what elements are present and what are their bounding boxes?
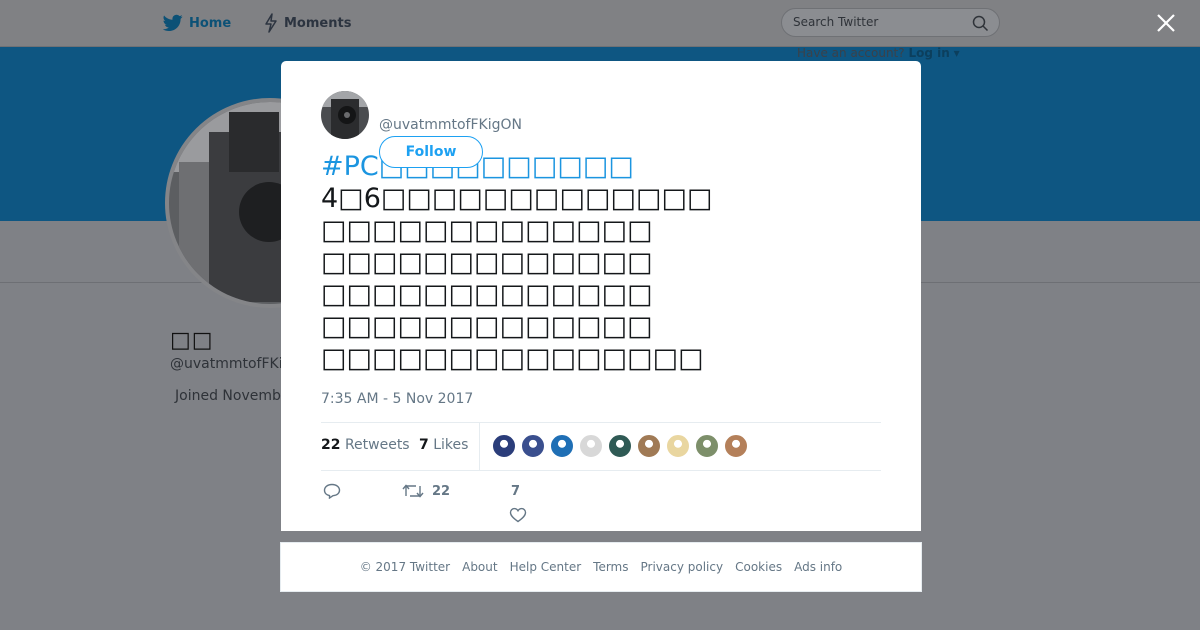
tweet-line: □□□□□□□□□□□□□□□ (321, 343, 704, 374)
liker-avatar[interactable] (579, 434, 603, 458)
liker-avatar[interactable] (521, 434, 545, 458)
footer-link[interactable]: Privacy policy (641, 560, 724, 574)
modal-footer: © 2017 Twitter About Help Center Terms Priva… (280, 542, 922, 592)
liker-avatar[interactable] (492, 434, 516, 458)
tweet-author-handle[interactable]: @uvatmmtofFKigON (379, 117, 522, 133)
like-button[interactable] (509, 507, 527, 523)
tweet-line: □□□□□□□□□□□□□ (321, 279, 653, 310)
locomotive-avatar-image (321, 91, 369, 139)
nav-moments-label: Moments (284, 15, 352, 31)
search-input[interactable] (793, 15, 963, 29)
have-account-text: Have an account? (797, 46, 905, 60)
retweet-button[interactable]: 22 (402, 483, 450, 499)
retweet-action-count: 22 (432, 483, 451, 499)
login-caret: ▾ (953, 46, 960, 60)
login-prompt: Have an account? Log in ▾ (797, 46, 960, 60)
tweet-timestamp[interactable]: 7:35 AM - 5 Nov 2017 (321, 391, 473, 407)
tweet-line: □□□□□□□□□□□□□ (321, 215, 653, 246)
stats-divider (479, 423, 480, 470)
tweet-line: □□□□□□□□□□□□□ (321, 247, 653, 278)
likes-stat[interactable]: 7 Likes (419, 437, 468, 453)
nav-moments[interactable]: Moments (264, 12, 351, 34)
tweet-actions: 22 7 (321, 481, 881, 531)
like-action-count: 7 (511, 484, 521, 499)
retweets-stat[interactable]: 22 Retweets (321, 437, 410, 453)
retweet-icon (402, 484, 424, 498)
search-box[interactable] (781, 8, 1000, 37)
liker-avatars (492, 434, 748, 458)
reply-button[interactable] (323, 483, 349, 499)
follow-button[interactable]: Follow (379, 136, 483, 168)
liker-avatar[interactable] (608, 434, 632, 458)
search-icon[interactable] (972, 15, 989, 32)
close-icon[interactable] (1155, 12, 1177, 34)
footer-link[interactable]: Cookies (735, 560, 782, 574)
profile-joined-label: Joined November 2011 (175, 388, 281, 404)
nav-home[interactable]: Home (163, 12, 231, 34)
tweet-modal: @uvatmmtofFKigON #PC□□□□□□□□□□ 4□6□□□□□□… (281, 61, 921, 531)
retweets-count: 22 (321, 437, 341, 453)
retweets-label: Retweets (344, 437, 410, 453)
footer-link[interactable]: Terms (593, 560, 628, 574)
like-action-count-wrap: 7 (511, 484, 520, 499)
profile-name: □□ (170, 328, 214, 353)
tweet-line: □□□□□□□□□□□□□ (321, 311, 653, 342)
likes-label: Likes (433, 437, 469, 453)
footer-link[interactable]: Help Center (510, 560, 582, 574)
liker-avatar[interactable] (666, 434, 690, 458)
twitter-bird-icon (163, 14, 183, 32)
profile-handle: @uvatmmtofFKigON (170, 356, 281, 372)
reply-icon (323, 483, 341, 499)
liker-avatar[interactable] (724, 434, 748, 458)
lightning-icon (265, 13, 277, 33)
likes-count: 7 (419, 437, 429, 453)
tweet-line: 4□6□□□□□□□□□□□□□ (321, 183, 713, 214)
profile-joined: Joined November 2011 (171, 388, 281, 404)
liker-avatar[interactable] (550, 434, 574, 458)
tweet-author-avatar[interactable] (321, 91, 369, 139)
liker-avatar[interactable] (695, 434, 719, 458)
tweet-text: #PC□□□□□□□□□□ 4□6□□□□□□□□□□□□□ □□□□□□□□□… (321, 151, 901, 375)
heart-icon (509, 507, 527, 523)
footer-link[interactable]: Ads info (794, 560, 842, 574)
nav-home-label: Home (189, 15, 232, 31)
tweet-stats: 22 Retweets 7 Likes (321, 422, 881, 471)
top-navigation: Home Moments (0, 0, 1200, 47)
footer-link[interactable]: About (462, 560, 497, 574)
copyright-text: © 2017 Twitter (359, 560, 451, 574)
login-link[interactable]: Log in (908, 46, 949, 60)
liker-avatar[interactable] (637, 434, 661, 458)
